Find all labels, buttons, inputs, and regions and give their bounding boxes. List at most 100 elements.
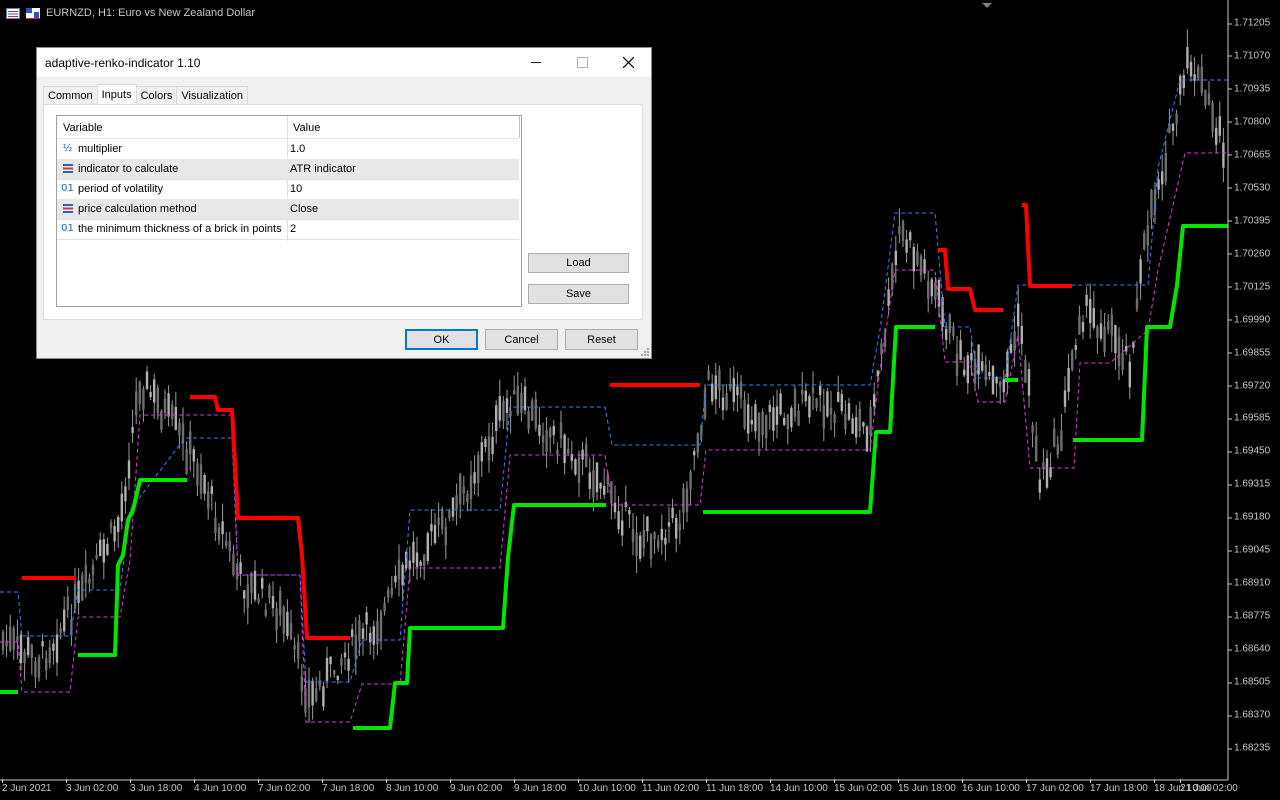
input-value[interactable]: 10 <box>290 183 302 195</box>
resize-grip-icon[interactable] <box>641 348 649 356</box>
tab-inputs[interactable]: Inputs <box>96 84 137 104</box>
input-value[interactable]: ATR indicator <box>290 163 356 175</box>
input-row-multiplier[interactable]: ½ multiplier 1.0 <box>57 139 519 160</box>
candle-body <box>678 523 681 531</box>
input-row-min-thickness[interactable]: 01 the minimum thickness of a brick in p… <box>57 219 519 240</box>
candle-body <box>383 603 386 612</box>
cancel-button[interactable]: Cancel <box>485 329 558 350</box>
candle-body <box>99 539 102 557</box>
candle-body <box>138 381 141 405</box>
reset-button[interactable]: Reset <box>565 329 638 350</box>
candle-body <box>1078 315 1081 335</box>
price-tick-label: 1.70125 <box>1227 281 1271 293</box>
candle-body <box>549 427 552 438</box>
candle-body <box>358 620 361 642</box>
candle-body <box>88 578 91 584</box>
integer-icon: 01 <box>61 183 74 194</box>
candle-body <box>387 589 390 598</box>
candle-body <box>876 370 879 377</box>
candle-body <box>660 528 663 540</box>
close-button[interactable] <box>605 48 651 77</box>
header-value[interactable]: Value <box>293 122 320 134</box>
candle-body <box>1053 428 1056 447</box>
load-button[interactable]: Load <box>528 253 629 273</box>
candle-body <box>858 409 861 432</box>
candle-body <box>484 438 487 447</box>
price-tick-label: 1.69315 <box>1227 478 1271 490</box>
time-tick-label: 14 Jun 10:00 <box>770 779 828 794</box>
candle-body <box>1110 314 1113 336</box>
tab-colors[interactable]: Colors <box>135 86 178 104</box>
candle-body <box>747 404 750 434</box>
dialog-tabs: Common Inputs Colors Visualization <box>43 84 248 105</box>
candle-body <box>869 407 872 436</box>
candle-body <box>315 688 318 701</box>
candle-body <box>347 658 350 671</box>
input-row-price-method[interactable]: price calculation method Close <box>57 199 519 220</box>
candle-body <box>1150 189 1153 218</box>
price-tick-label: 1.69450 <box>1227 445 1271 457</box>
candle-body <box>811 387 815 393</box>
candle-body <box>192 449 195 462</box>
time-axis[interactable]: 2 Jun 2021 3 Jun 02:00 3 Jun 18:00 4 Jun 10… <box>0 779 1238 800</box>
candle-body <box>649 534 653 560</box>
candle-body <box>905 239 908 253</box>
integer-icon: 01 <box>61 223 74 234</box>
candle-body <box>487 436 491 461</box>
header-variable[interactable]: Variable <box>63 122 103 134</box>
candle-body <box>214 517 217 533</box>
candle-body <box>797 410 800 426</box>
candle-body <box>682 488 685 513</box>
ok-button[interactable]: OK <box>405 329 478 350</box>
candle-body <box>167 393 170 417</box>
candle-body <box>1096 326 1099 338</box>
candle-body <box>1171 123 1175 131</box>
tab-common[interactable]: Common <box>43 86 98 104</box>
renko-up-line <box>353 503 606 730</box>
input-row-period[interactable]: 01 period of volatility 10 <box>57 179 519 200</box>
candle-body <box>232 553 235 576</box>
candle-body <box>502 400 505 421</box>
candle-body <box>1157 179 1160 190</box>
candle-body <box>534 399 537 429</box>
candle-body <box>718 369 721 391</box>
price-tick-label: 1.69855 <box>1227 347 1271 359</box>
chart-menu-icon[interactable] <box>6 7 20 19</box>
input-value[interactable]: 1.0 <box>290 143 305 155</box>
candle-body <box>221 521 224 535</box>
input-row-indicator[interactable]: indicator to calculate ATR indicator <box>57 159 519 180</box>
price-tick-label: 1.69990 <box>1227 314 1271 326</box>
candle-body <box>711 383 714 402</box>
time-tick-label: 9 Jun 02:00 <box>450 779 503 794</box>
candle-body <box>891 264 894 290</box>
candle-body <box>286 611 289 637</box>
candle-body <box>333 670 336 675</box>
time-tick-label: 15 Jun 18:00 <box>898 779 956 794</box>
minimize-button[interactable] <box>513 48 559 77</box>
time-tick-label: 4 Jun 10:00 <box>194 779 247 794</box>
candle-body <box>837 392 840 402</box>
candle-body <box>757 413 761 442</box>
dialog-titlebar[interactable]: adaptive-renko-indicator 1.10 <box>37 48 651 77</box>
save-button[interactable]: Save <box>528 284 629 304</box>
candle-body <box>318 680 321 687</box>
candle-body <box>207 491 210 509</box>
candle-body <box>754 404 757 432</box>
candle-body <box>282 607 285 634</box>
candle-body <box>588 472 591 489</box>
candle-body <box>995 376 998 384</box>
input-value[interactable]: 2 <box>290 223 296 235</box>
price-tick-label: 1.68640 <box>1227 643 1271 655</box>
input-value[interactable]: Close <box>290 203 318 215</box>
price-tick-label: 1.69720 <box>1227 380 1271 391</box>
renko-down-line <box>938 248 1003 312</box>
price-tick-label: 1.70665 <box>1227 149 1271 161</box>
time-tick-label: 2 Jun 2021 <box>2 779 52 794</box>
candle-body <box>1193 74 1196 81</box>
time-tick-label: 15 Jun 02:00 <box>834 779 892 794</box>
tab-visualization[interactable]: Visualization <box>176 86 248 104</box>
candle-body <box>822 405 825 429</box>
candle-body <box>1020 326 1023 344</box>
price-axis[interactable]: 1.71205 1.71070 1.70935 1.70800 1.70665 1.705… <box>1227 0 1280 780</box>
candle-body <box>657 540 660 549</box>
